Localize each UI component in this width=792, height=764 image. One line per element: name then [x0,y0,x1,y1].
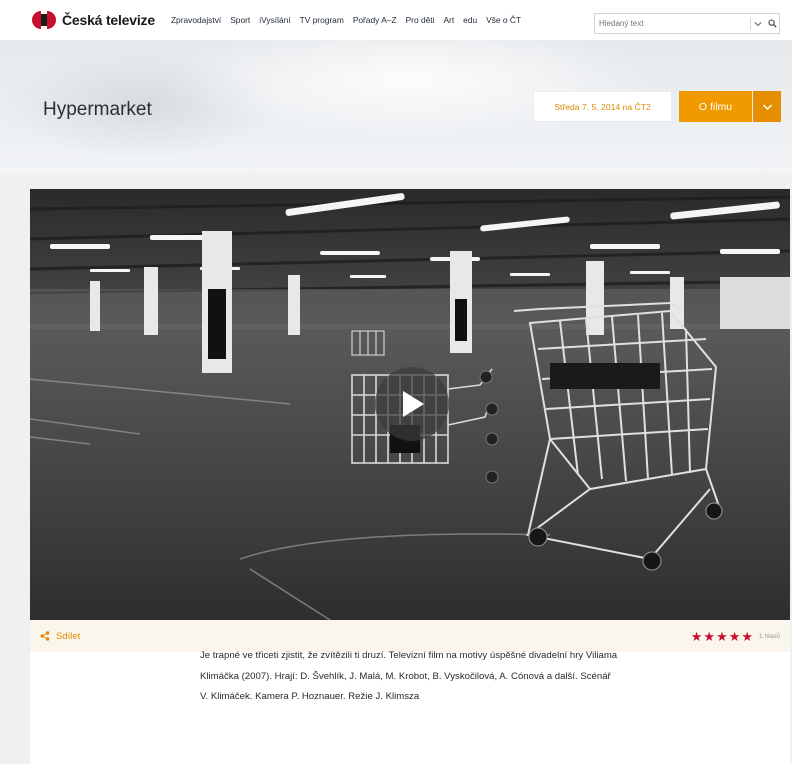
nav-item-edu[interactable]: edu [463,15,477,25]
chevron-down-icon [762,103,772,110]
nav-item-vse-o-ct[interactable]: Vše o ČT [486,15,521,25]
video-player[interactable] [30,189,790,620]
nav-item-zpravodajstvi[interactable]: Zpravodajství [171,15,221,25]
nav-item-porady-a-z[interactable]: Pořady A–Z [353,15,397,25]
nav-item-sport[interactable]: Sport [230,15,250,25]
top-bar: Česká televize Zpravodajství Sport iVysí… [0,0,792,40]
brand-name: Česká televize [62,12,155,28]
star-icon[interactable]: ★ [716,630,728,643]
star-icon[interactable]: ★ [741,630,753,643]
rating-widget[interactable]: ★ ★ ★ ★ ★ 1 hlasů [690,620,780,652]
star-icon[interactable]: ★ [703,630,715,643]
search-input[interactable] [595,14,751,33]
broadcast-date-button[interactable]: Středa 7. 5. 2014 na ČT2 [533,91,672,122]
main-nav: Zpravodajství Sport iVysílání TV program… [171,15,521,25]
share-icon [40,631,50,641]
share-button[interactable]: Sdílet [40,631,80,642]
play-icon [403,391,424,417]
search-icon[interactable] [765,14,779,33]
star-icon[interactable]: ★ [691,630,703,643]
share-label: Sdílet [56,630,81,642]
play-button[interactable] [375,367,449,441]
rating-votes: 1 hlasů [759,632,780,640]
search-box [594,13,780,34]
star-icon[interactable]: ★ [729,630,741,643]
ct-logo-icon [32,11,56,29]
about-film-dropdown[interactable] [753,91,781,122]
nav-item-pro-deti[interactable]: Pro děti [406,15,435,25]
chevron-down-icon[interactable] [751,14,765,33]
page-title: Hypermarket [43,99,152,120]
ct-logo[interactable]: Česká televize [32,11,155,29]
program-description: Je trapné ve třiceti zjistit, že zvítězi… [200,650,618,703]
nav-item-ivysilani[interactable]: iVysílání [259,15,290,25]
about-film-button[interactable]: O filmu [679,91,752,122]
nav-item-art[interactable]: Art [443,15,454,25]
nav-item-tv-program[interactable]: TV program [300,15,344,25]
